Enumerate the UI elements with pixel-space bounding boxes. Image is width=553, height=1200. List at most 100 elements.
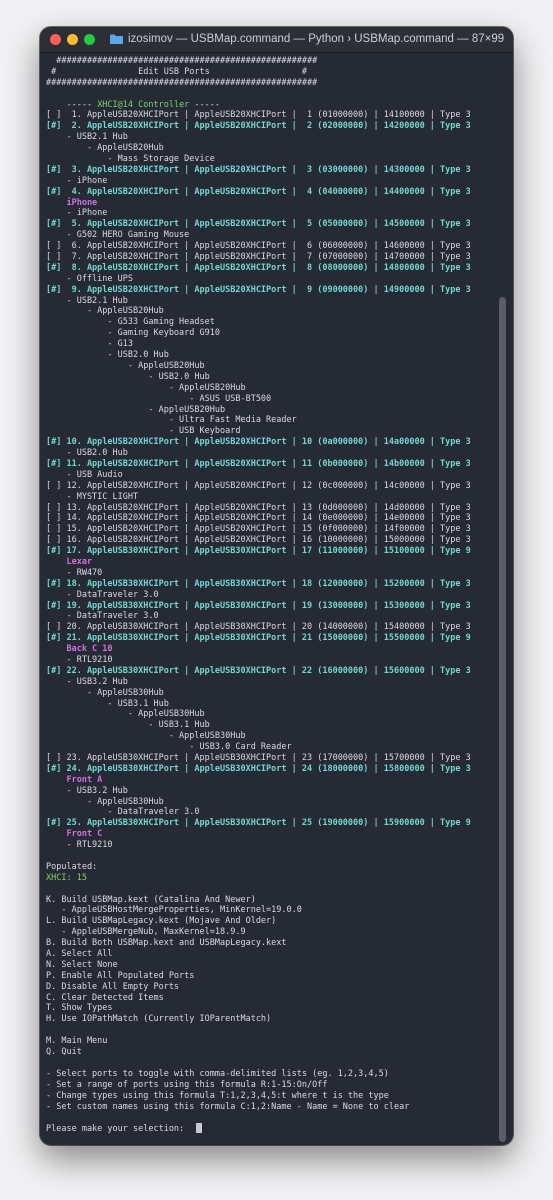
line-text: M. Main Menu	[46, 1036, 108, 1047]
line-text: - Set custom names using this formula C:…	[46, 1101, 410, 1112]
terminal-line: [#] 10. AppleUSB20XHCIPort | AppleUSB20X…	[46, 437, 486, 448]
line-text: [#] 2. AppleUSB20XHCIPort | AppleUSB20XH…	[46, 121, 471, 132]
terminal-line: D. Disable All Empty Ports	[46, 982, 486, 993]
terminal-line: - AppleUSB30Hub	[46, 709, 486, 720]
line-text: - Select ports to toggle with comma-deli…	[46, 1068, 389, 1079]
line-text: - USB2.1 Hub	[46, 132, 128, 143]
line-text: Back C 10	[46, 644, 113, 655]
terminal-line: [#] 8. AppleUSB20XHCIPort | AppleUSB20XH…	[46, 263, 486, 274]
terminal-line: B. Build Both USBMap.kext and USBMapLega…	[46, 938, 486, 949]
terminal-line: [ ] 15. AppleUSB20XHCIPort | AppleUSB20X…	[46, 524, 486, 535]
terminal-line: - RW470	[46, 568, 486, 579]
line-text: - RW470	[46, 567, 103, 578]
terminal-line: - AppleUSB20Hub	[46, 383, 486, 394]
line-text: ########################################…	[46, 77, 318, 88]
close-button[interactable]	[50, 34, 61, 45]
terminal-line: - iPhone	[46, 176, 486, 187]
terminal-line: - Set a range of ports using this formul…	[46, 1080, 486, 1091]
line-text: T. Show Types	[46, 1003, 113, 1014]
terminal-line: - DataTraveler 3.0	[46, 807, 486, 818]
line-text: - AppleUSB30Hub	[46, 709, 205, 720]
line-text: L. Build USBMapLegacy.kext (Mojave And O…	[46, 916, 277, 927]
terminal-line: - Change types using this formula T:1,2,…	[46, 1091, 486, 1102]
terminal-line: - iPhone	[46, 208, 486, 219]
line-text: - USB3.2 Hub	[46, 676, 128, 687]
line-text: - USB2.0 Hub	[46, 350, 169, 361]
terminal-line: [#] 24. AppleUSB30XHCIPort | AppleUSB30X…	[46, 764, 486, 775]
terminal-line: - USB3.1 Hub	[46, 720, 486, 731]
line-text: - Ultra Fast Media Reader	[46, 415, 297, 426]
line-text: [ ] 16. AppleUSB20XHCIPort | AppleUSB20X…	[46, 535, 471, 546]
line-text: - iPhone	[46, 175, 108, 186]
line-text: N. Select None	[46, 959, 118, 970]
line-text: [#] 5. AppleUSB20XHCIPort | AppleUSB20XH…	[46, 219, 471, 230]
line-text: [ ] 1. AppleUSB20XHCIPort | AppleUSB20XH…	[46, 110, 471, 121]
line-text: [ ] 13. AppleUSB20XHCIPort | AppleUSB20X…	[46, 502, 471, 513]
terminal-line: [#] 17. AppleUSB30XHCIPort | AppleUSB30X…	[46, 546, 486, 557]
terminal-line: - MYSTIC LIGHT	[46, 492, 486, 503]
line-text: -----	[46, 99, 98, 110]
scrollbar-thumb[interactable]	[499, 297, 506, 1142]
terminal-line: - USB2.0 Hub	[46, 372, 486, 383]
terminal-line: Front C	[46, 829, 486, 840]
line-text: [#] 24. AppleUSB30XHCIPort | AppleUSB30X…	[46, 763, 471, 774]
terminal-line: - USB3.0 Card Reader	[46, 742, 486, 753]
zoom-button[interactable]	[84, 34, 95, 45]
title-bar[interactable]: izosimov — USBMap.command — Python › USB…	[40, 27, 513, 53]
terminal-line: [#] 22. AppleUSB30XHCIPort | AppleUSB30X…	[46, 666, 486, 677]
line-text: - MYSTIC LIGHT	[46, 491, 139, 502]
terminal-line: - USB3.2 Hub	[46, 786, 486, 797]
line-text: - RTL9210	[46, 654, 113, 665]
terminal-line: [ ] 23. AppleUSB30XHCIPort | AppleUSB30X…	[46, 753, 486, 764]
terminal-line: [ ] 14. AppleUSB20XHCIPort | AppleUSB20X…	[46, 513, 486, 524]
terminal-line: L. Build USBMapLegacy.kext (Mojave And O…	[46, 916, 486, 927]
line-text: - USB3.2 Hub	[46, 785, 128, 796]
terminal-line: - AppleUSB30Hub	[46, 797, 486, 808]
terminal-line: - USB Audio	[46, 470, 486, 481]
minimize-button[interactable]	[67, 34, 78, 45]
line-text: - Mass Storage Device	[46, 154, 215, 165]
window-title: izosimov — USBMap.command — Python › USB…	[128, 33, 505, 45]
line-text: [#] 25. AppleUSB30XHCIPort | AppleUSB30X…	[46, 818, 471, 829]
terminal-line: [ ] 7. AppleUSB20XHCIPort | AppleUSB20XH…	[46, 252, 486, 263]
terminal-line: - DataTraveler 3.0	[46, 611, 486, 622]
line-text: - G13	[46, 339, 133, 350]
text-cursor[interactable]	[196, 1123, 203, 1134]
terminal-line: - USB3.2 Hub	[46, 677, 486, 688]
terminal-line: [#] 5. AppleUSB20XHCIPort | AppleUSB20XH…	[46, 219, 486, 230]
terminal-line: XHCI: 15	[46, 873, 486, 884]
line-text: - Change types using this formula T:1,2,…	[46, 1090, 389, 1101]
terminal-line: - AppleUSB20Hub	[46, 405, 486, 416]
line-text: [#] 10. AppleUSB20XHCIPort | AppleUSB20X…	[46, 437, 471, 448]
line-text: [#] 4. AppleUSB20XHCIPort | AppleUSB20XH…	[46, 186, 471, 197]
terminal-line: Lexar	[46, 557, 486, 568]
terminal-output[interactable]: ########################################…	[46, 56, 486, 1136]
line-text: - AppleUSB20Hub	[46, 360, 205, 371]
terminal-line: P. Enable All Populated Ports	[46, 971, 486, 982]
line-text: [#] 3. AppleUSB20XHCIPort | AppleUSB20XH…	[46, 164, 471, 175]
line-text: - USB2.0 Hub	[46, 448, 128, 459]
terminal-line: [#] 18. AppleUSB30XHCIPort | AppleUSB30X…	[46, 579, 486, 590]
terminal-line: ########################################…	[46, 56, 486, 67]
terminal-line: iPhone	[46, 198, 486, 209]
line-text: Lexar	[46, 556, 93, 567]
line-text: [ ] 23. AppleUSB30XHCIPort | AppleUSB30X…	[46, 753, 471, 763]
terminal-line: ----- XHCI@14 Controller -----	[46, 100, 486, 111]
terminal-line: - DataTraveler 3.0	[46, 590, 486, 601]
line-text: [ ] 15. AppleUSB20XHCIPort | AppleUSB20X…	[46, 524, 471, 535]
terminal-line: - AppleUSBMergeNub, MaxKernel=18.9.9	[46, 927, 486, 938]
line-text: H. Use IOPathMatch (Currently IOParentMa…	[46, 1014, 272, 1025]
line-text: [#] 17. AppleUSB30XHCIPort | AppleUSB30X…	[46, 546, 471, 557]
terminal-line: - AppleUSB20Hub	[46, 306, 486, 317]
line-segment: -----	[189, 99, 221, 110]
line-text: D. Disable All Empty Ports	[46, 981, 180, 992]
line-text: [#] 22. AppleUSB30XHCIPort | AppleUSB30X…	[46, 665, 471, 676]
terminal-line: - Select ports to toggle with comma-deli…	[46, 1069, 486, 1080]
line-text: [ ] 20. AppleUSB30XHCIPort | AppleUSB30X…	[46, 622, 471, 633]
line-segment: XHCI@14 Controller	[97, 99, 190, 110]
line-text: iPhone	[46, 197, 98, 208]
terminal-line: - USB Keyboard	[46, 426, 486, 437]
